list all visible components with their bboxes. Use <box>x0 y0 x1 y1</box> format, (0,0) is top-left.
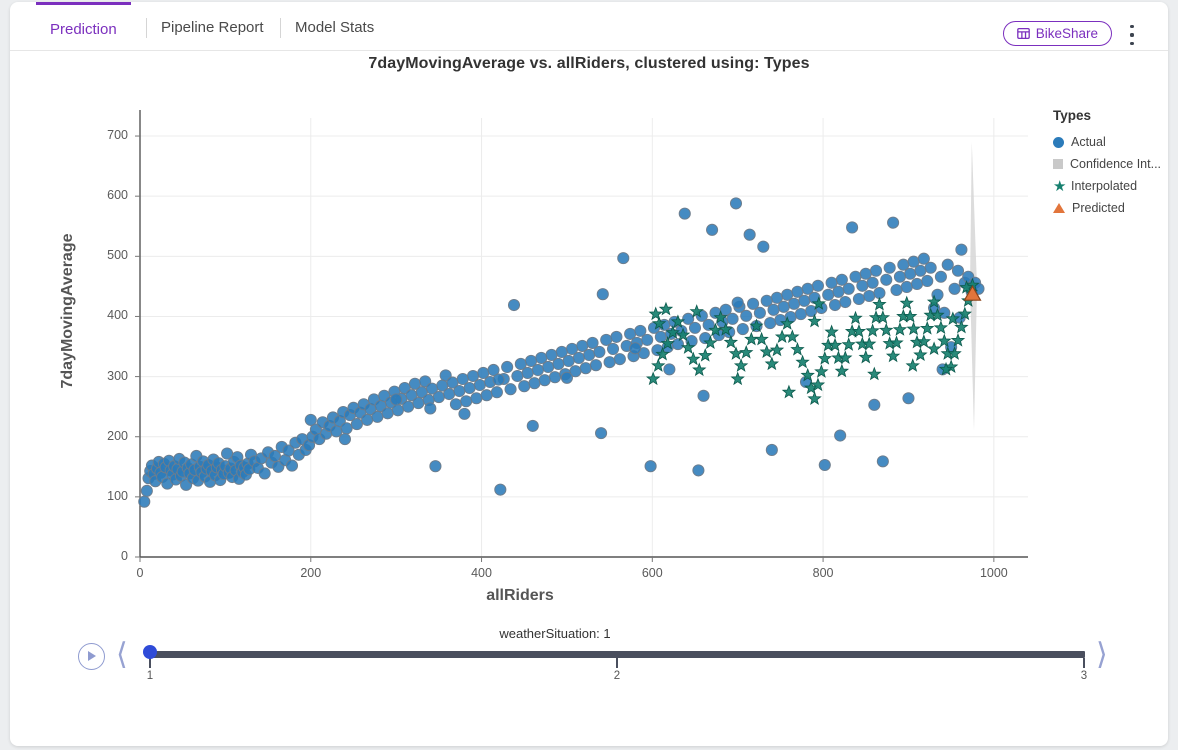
slider-tick-2 <box>616 658 618 668</box>
slider-tick-1 <box>149 658 151 668</box>
slider-caption: weatherSituation: 1 <box>10 626 1100 641</box>
y-axis-tick-500: 500 <box>107 248 128 263</box>
x-axis-label: allRiders <box>486 587 554 604</box>
scatter-plot <box>135 110 1028 562</box>
legend-item-interpolated[interactable]: ★ Interpolated <box>1053 175 1168 197</box>
y-axis-tick-100: 100 <box>107 488 128 503</box>
x-axis-tick-200: 200 <box>300 566 322 580</box>
slider-tick-label-1: 1 <box>146 670 154 682</box>
main-card: Prediction Pipeline Report Model Stats B… <box>10 2 1168 746</box>
x-axis-tick-1000: 1000 <box>979 566 1008 580</box>
play-icon[interactable] <box>78 643 105 670</box>
legend-title: Types <box>1053 108 1092 123</box>
y-axis-tick-200: 200 <box>107 428 128 443</box>
slider-tick-label-2: 2 <box>613 670 621 682</box>
x-axis-tick-400: 400 <box>471 566 492 580</box>
slider-caption-prefix: weatherSituation: <box>499 626 600 641</box>
x-axis-tick-600: 600 <box>641 566 663 580</box>
y-axis-tick-400: 400 <box>107 308 128 323</box>
y-axis-tick-0: 0 <box>121 549 128 563</box>
y-axis-tick-700: 700 <box>107 128 128 143</box>
y-axis-tick-300: 300 <box>107 368 128 383</box>
legend-item-interpolated-label: Interpolated <box>1071 179 1138 193</box>
square-marker-icon <box>1053 159 1063 169</box>
x-axis-tick-0: 0 <box>136 566 144 580</box>
chevron-left-icon[interactable]: ⟨ <box>116 640 128 670</box>
slider-tick-3 <box>1083 658 1085 668</box>
x-axis-tick-800: 800 <box>812 566 834 580</box>
legend-item-confidence-interval[interactable]: Confidence Int... <box>1053 153 1168 175</box>
legend-item-actual[interactable]: Actual <box>1053 131 1168 153</box>
legend-item-actual-label: Actual <box>1071 135 1106 149</box>
legend-item-confidence-interval-label: Confidence Int... <box>1070 157 1162 171</box>
chevron-right-icon[interactable]: ⟩ <box>1096 640 1108 670</box>
legend-item-predicted[interactable]: Predicted <box>1053 197 1168 219</box>
slider-tick-label-3: 3 <box>1080 670 1088 682</box>
star-marker-icon: ★ <box>1053 177 1067 195</box>
slider-track[interactable] <box>150 651 1085 658</box>
slider-handle[interactable] <box>143 645 157 659</box>
triangle-marker-icon <box>1053 203 1065 213</box>
chart-legend: Types Actual Confidence Int... ★ Interpo… <box>1053 108 1168 219</box>
y-axis-label: 7dayMovingAverage <box>59 233 76 389</box>
slider-caption-value: 1 <box>603 626 611 641</box>
y-axis-tick-600: 600 <box>107 188 128 203</box>
legend-item-predicted-label: Predicted <box>1072 201 1125 215</box>
circle-marker-icon <box>1053 136 1064 148</box>
